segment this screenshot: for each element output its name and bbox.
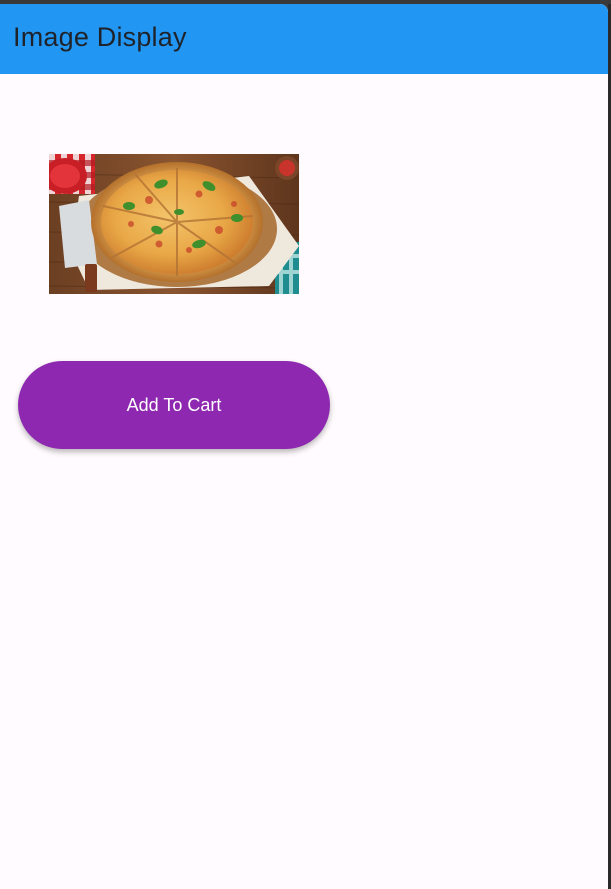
pizza-illustration bbox=[49, 154, 299, 294]
app-window: Image Display Add To Cart bbox=[0, 4, 608, 889]
add-to-cart-button[interactable]: Add To Cart bbox=[18, 361, 330, 449]
app-title: Image Display bbox=[13, 22, 187, 52]
add-to-cart-label: Add To Cart bbox=[126, 394, 222, 415]
pizza-image bbox=[49, 154, 299, 294]
app-bar: Image Display bbox=[0, 4, 608, 74]
